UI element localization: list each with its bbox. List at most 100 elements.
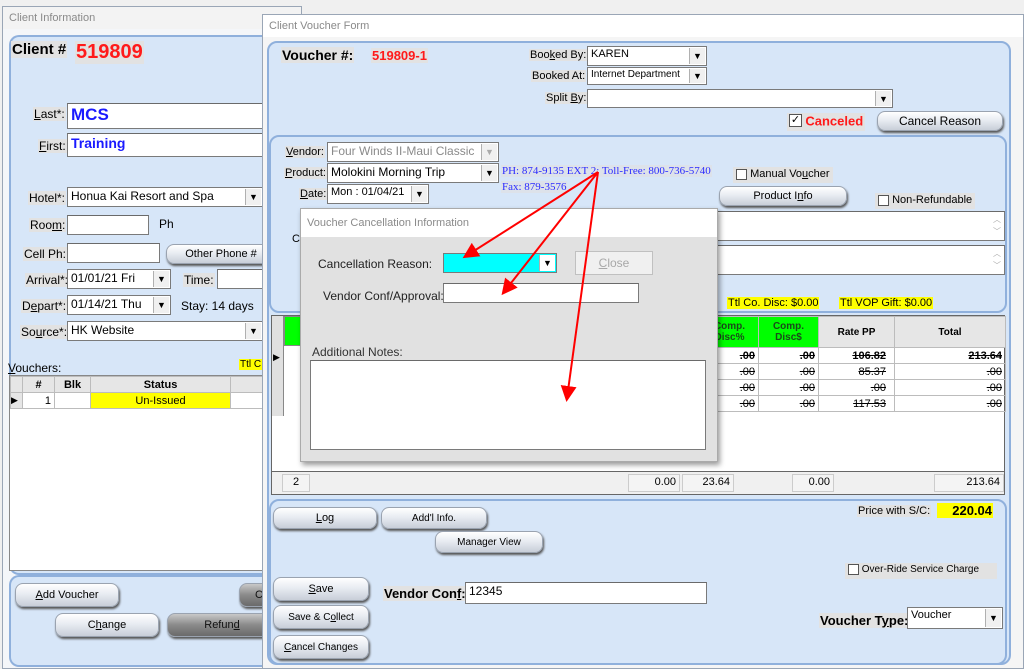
- table-row[interactable]: 3 .00 .00 117.53 .00: [684, 395, 1006, 412]
- col-header-blk[interactable]: Blk: [54, 376, 91, 393]
- vendor-conf-approval-input[interactable]: [443, 283, 639, 303]
- voucher-number-label: Voucher #:: [281, 47, 355, 63]
- room-input[interactable]: [67, 215, 149, 235]
- booked-at-dropdown[interactable]: Internet Department ▼: [587, 67, 707, 85]
- override-sc-label: Over-Ride Service Charge: [861, 564, 980, 575]
- log-button[interactable]: Log: [273, 507, 377, 529]
- date-label: Date:: [299, 188, 328, 200]
- vouchers-label: Vouchers:: [8, 361, 62, 375]
- manual-voucher-checkbox[interactable]: [736, 168, 747, 180]
- chevron-down-icon: ▼: [245, 189, 261, 205]
- chevron-down-icon: ▼: [245, 323, 261, 339]
- vendor-fax-info: Fax: 879-3576: [501, 181, 568, 193]
- source-dropdown[interactable]: HK Website ▼: [67, 321, 263, 341]
- override-sc-checkbox[interactable]: [848, 564, 859, 575]
- non-refundable-label: Non-Refundable: [892, 194, 973, 207]
- vendor-conf-approval-label: Vendor Conf/Approval:: [323, 289, 444, 303]
- cell-phone-label: Cell Ph:: [23, 247, 68, 261]
- additional-notes-textarea[interactable]: [310, 360, 706, 450]
- chevron-down-icon: ▼: [689, 48, 705, 64]
- price-sc-value: 220.04: [937, 503, 993, 518]
- canceled-checkbox[interactable]: ✓: [789, 114, 802, 128]
- vendor-conf-label: Vendor Conf:: [383, 586, 467, 601]
- stay-duration: Stay: 14 days: [181, 299, 254, 313]
- table-row[interactable]: 7 .00 .00 85.37 .00: [684, 363, 1006, 380]
- client-number-label: Client #: [11, 41, 68, 58]
- col-header-num[interactable]: #: [22, 376, 55, 393]
- price-sc-label: Price with S/C:: [857, 505, 932, 517]
- pricing-footer: 2 0.00 23.64 0.00 213.64: [271, 471, 1005, 495]
- override-sc-wrap[interactable]: Over-Ride Service Charge: [845, 563, 997, 579]
- footer-value-1: 0.00: [628, 474, 680, 492]
- first-name-label: First:: [38, 139, 67, 153]
- product-dropdown[interactable]: Molokini Morning Trip ▼: [327, 163, 499, 183]
- vendor-dropdown[interactable]: Four Winds II-Maui Classic ▼: [327, 142, 499, 162]
- close-button[interactable]: Close: [575, 251, 653, 275]
- cancel-dialog: Voucher Cancellation Information Cancell…: [300, 208, 718, 462]
- other-phone-button[interactable]: Other Phone #: [166, 244, 276, 264]
- table-row[interactable]: 2 .00 .00 106.82 213.64: [684, 347, 1006, 364]
- manager-view-button[interactable]: Mana g er View: [435, 531, 543, 553]
- product-info-button[interactable]: Product In fo: [719, 186, 847, 206]
- notes-textarea-1[interactable]: ︿ ﹀: [703, 211, 1005, 241]
- footer-count: 2: [282, 474, 310, 492]
- status-badge: Un-Issued: [90, 392, 231, 409]
- hotel-dropdown[interactable]: Honua Kai Resort and Spa ▼: [67, 187, 263, 207]
- non-refundable-checkbox[interactable]: [878, 194, 889, 206]
- refund-button[interactable]: Refun d: [167, 613, 277, 637]
- depart-dropdown[interactable]: 01/14/21 Thu ▼: [67, 295, 171, 315]
- row-selector-icon: ▶: [10, 392, 23, 409]
- chevron-down-icon: ▼: [481, 165, 497, 181]
- split-by-label: Split By:: [545, 92, 588, 104]
- footer-value-3: 0.00: [792, 474, 834, 492]
- col-header-comp-disc-amt[interactable]: Comp. Disc$: [758, 316, 819, 348]
- footer-value-2: 23.64: [682, 474, 734, 492]
- cell-phone-input[interactable]: [67, 243, 160, 263]
- save-collect-button[interactable]: Save & Co llect: [273, 605, 369, 629]
- col-header-total[interactable]: Total: [894, 316, 1006, 348]
- room-label: Room:: [29, 218, 67, 232]
- voucher-form-title: Client Voucher Form: [263, 15, 1023, 37]
- vendor-label: Vendor:: [285, 146, 325, 158]
- vendor-conf-input[interactable]: 12345: [465, 582, 707, 604]
- chevron-down-icon: ▼: [481, 144, 497, 160]
- vouchers-grid: # Blk Status ▶ 1 Un-Issued: [9, 375, 303, 571]
- date-dropdown[interactable]: Mon : 01/04/21 ▼: [327, 184, 429, 204]
- scrollbar-icon[interactable]: ︿ ﹀: [993, 214, 1001, 238]
- table-row[interactable]: 0 .00 .00 .00 .00: [684, 379, 1006, 396]
- save-button[interactable]: Save: [273, 577, 369, 601]
- scrollbar-icon[interactable]: ︿ ﹀: [993, 248, 1001, 272]
- booked-by-label: Booked By:: [529, 49, 588, 61]
- col-header-rate-pp[interactable]: Rate PP: [818, 316, 895, 348]
- canceled-checkbox-wrap[interactable]: ✓ Canceled: [787, 113, 865, 131]
- chevron-down-icon: ▼: [689, 69, 705, 83]
- cancellation-reason-dropdown[interactable]: ▼: [443, 253, 557, 273]
- cancel-dialog-title: Voucher Cancellation Information: [301, 209, 717, 237]
- col-header-status[interactable]: Status: [90, 376, 231, 393]
- source-label: Source*:: [20, 325, 69, 339]
- vendor-phone-info: PH: 874-9135 EXT 2; Toll-Free: 800-736-5…: [501, 165, 712, 177]
- voucher-number: 519809-1: [371, 48, 428, 63]
- notes-textarea-2[interactable]: ︿ ﹀: [703, 245, 1005, 275]
- voucher-type-label: Voucher Type:: [819, 613, 910, 628]
- arrival-dropdown[interactable]: 01/01/21 Fri ▼: [67, 269, 171, 289]
- manual-voucher-wrap[interactable]: Manual Voucher: [733, 167, 833, 183]
- client-window-title: Client Information: [3, 7, 301, 29]
- cancel-changes-button[interactable]: Cancel Changes: [273, 635, 369, 659]
- change-button[interactable]: Ch ange: [55, 613, 159, 637]
- additional-notes-label: Additional Notes:: [312, 345, 403, 359]
- split-by-dropdown[interactable]: ▼: [587, 89, 893, 108]
- ttl-co-disc: Ttl Co. Disc: $0.00: [727, 297, 820, 309]
- depart-label: Depart*:: [21, 299, 68, 313]
- booked-by-dropdown[interactable]: KAREN ▼: [587, 46, 707, 66]
- add-voucher-button[interactable]: Add Voucher: [15, 583, 119, 607]
- table-row[interactable]: ▶ 1 Un-Issued: [10, 392, 302, 409]
- cancel-reason-button[interactable]: Cancel Reason: [877, 111, 1003, 131]
- addl-info-button[interactable]: Add'l Info.: [381, 507, 487, 529]
- voucher-type-dropdown[interactable]: Voucher ▼: [907, 607, 1003, 629]
- arrival-label: Arrival*:: [25, 273, 70, 287]
- hotel-label: Hotel*:: [28, 191, 67, 205]
- manual-voucher-label: Manual Voucher: [750, 168, 830, 181]
- ttl-vop-gift: Ttl VOP Gift: $0.00: [839, 297, 934, 309]
- non-refundable-wrap[interactable]: Non-Refundable: [875, 193, 976, 209]
